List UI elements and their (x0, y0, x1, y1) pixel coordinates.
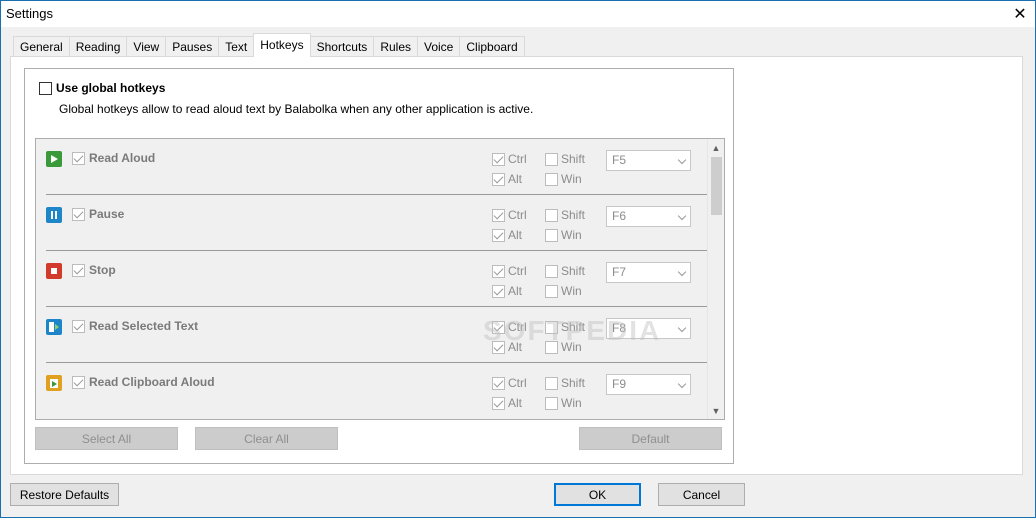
tab-view[interactable]: View (126, 36, 167, 57)
alt-modifier[interactable]: Alt (492, 228, 522, 242)
chevron-down-icon (677, 323, 687, 333)
alt-modifier[interactable]: Alt (492, 340, 522, 354)
shift-modifier[interactable]: Shift (545, 320, 585, 334)
alt-modifier[interactable]: Alt (492, 172, 522, 186)
shift-modifier[interactable]: Shift (545, 208, 585, 222)
hotkey-row-read-clipboard: Read Clipboard Aloud Ctrl Alt Shift Win … (36, 363, 708, 419)
hotkey-label: Read Selected Text (89, 319, 199, 333)
hotkey-enable-checkbox[interactable] (72, 152, 85, 165)
hotkey-enable-checkbox[interactable] (72, 376, 85, 389)
tab-clipboard[interactable]: Clipboard (459, 36, 525, 57)
chevron-down-icon (677, 211, 687, 221)
tab-strip: General Reading View Pauses Text Hotkeys… (13, 33, 525, 57)
tab-rules[interactable]: Rules (373, 36, 418, 57)
use-global-hotkeys-checkbox[interactable] (39, 81, 52, 95)
vertical-scrollbar[interactable]: ▲ ▼ (707, 139, 724, 419)
key-select[interactable]: F9 (606, 374, 691, 395)
key-select[interactable]: F6 (606, 206, 691, 227)
tab-reading[interactable]: Reading (68, 36, 128, 57)
cancel-button[interactable]: Cancel (658, 483, 745, 506)
scroll-down-icon[interactable]: ▼ (708, 402, 724, 419)
tab-hotkeys[interactable]: Hotkeys (253, 33, 311, 57)
win-modifier[interactable]: Win (545, 396, 582, 410)
shift-modifier[interactable]: Shift (545, 264, 585, 278)
stop-icon (46, 263, 62, 279)
close-icon[interactable]: ✕ (1005, 1, 1035, 27)
ctrl-modifier[interactable]: Ctrl (492, 152, 527, 166)
shift-modifier[interactable]: Shift (545, 376, 585, 390)
key-select[interactable]: F7 (606, 262, 691, 283)
scroll-thumb[interactable] (711, 157, 722, 215)
key-select[interactable]: F5 (606, 150, 691, 171)
hotkeys-group: Use global hotkeys Global hotkeys allow … (24, 68, 734, 464)
clear-all-button[interactable]: Clear All (195, 427, 338, 450)
window-title: Settings (6, 6, 53, 21)
global-hotkeys-description: Global hotkeys allow to read aloud text … (59, 102, 534, 116)
chevron-down-icon (677, 379, 687, 389)
win-modifier[interactable]: Win (545, 228, 582, 242)
use-global-hotkeys-label: Use global hotkeys (56, 81, 166, 95)
key-select[interactable]: F8 (606, 318, 691, 339)
win-modifier[interactable]: Win (545, 340, 582, 354)
restore-defaults-button[interactable]: Restore Defaults (10, 483, 119, 506)
shift-modifier[interactable]: Shift (545, 152, 585, 166)
hotkeys-panel: Use global hotkeys Global hotkeys allow … (10, 56, 1023, 475)
hotkey-label: Pause (89, 207, 125, 221)
ctrl-modifier[interactable]: Ctrl (492, 208, 527, 222)
default-button[interactable]: Default (579, 427, 722, 450)
hotkey-enable-checkbox[interactable] (72, 320, 85, 333)
tab-shortcuts[interactable]: Shortcuts (309, 36, 375, 57)
ctrl-modifier[interactable]: Ctrl (492, 376, 527, 390)
play-icon (46, 151, 62, 167)
clipboard-icon (46, 375, 62, 391)
win-modifier[interactable]: Win (545, 172, 582, 186)
tab-voice[interactable]: Voice (417, 36, 461, 57)
hotkey-row-pause: Pause Ctrl Alt Shift Win F6 (36, 195, 708, 251)
chevron-down-icon (677, 267, 687, 277)
tab-general[interactable]: General (13, 36, 70, 57)
alt-modifier[interactable]: Alt (492, 396, 522, 410)
hotkey-label: Read Aloud (89, 151, 156, 165)
hotkey-label: Read Clipboard Aloud (89, 375, 215, 389)
hotkey-list: Read Aloud Ctrl Alt Shift Win F5 Pause C… (35, 138, 725, 420)
ctrl-modifier[interactable]: Ctrl (492, 264, 527, 278)
alt-modifier[interactable]: Alt (492, 284, 522, 298)
tab-text[interactable]: Text (218, 36, 255, 57)
read-selected-icon (46, 319, 62, 335)
use-global-hotkeys-row[interactable]: Use global hotkeys (39, 81, 165, 95)
scroll-up-icon[interactable]: ▲ (708, 139, 724, 156)
hotkey-row-read-selected: Read Selected Text Ctrl Alt Shift Win F8 (36, 307, 708, 363)
ctrl-modifier[interactable]: Ctrl (492, 320, 527, 334)
ok-button[interactable]: OK (554, 483, 641, 506)
hotkey-enable-checkbox[interactable] (72, 208, 85, 221)
title-bar: Settings ✕ (1, 1, 1035, 27)
select-all-button[interactable]: Select All (35, 427, 178, 450)
hotkey-row-read-aloud: Read Aloud Ctrl Alt Shift Win F5 (36, 139, 708, 195)
settings-window: Settings ✕ General Reading View Pauses T… (0, 0, 1036, 518)
win-modifier[interactable]: Win (545, 284, 582, 298)
chevron-down-icon (677, 155, 687, 165)
tab-pauses[interactable]: Pauses (165, 36, 220, 57)
hotkey-label: Stop (89, 263, 116, 277)
hotkey-row-stop: Stop Ctrl Alt Shift Win F7 (36, 251, 708, 307)
hotkey-enable-checkbox[interactable] (72, 264, 85, 277)
pause-icon (46, 207, 62, 223)
